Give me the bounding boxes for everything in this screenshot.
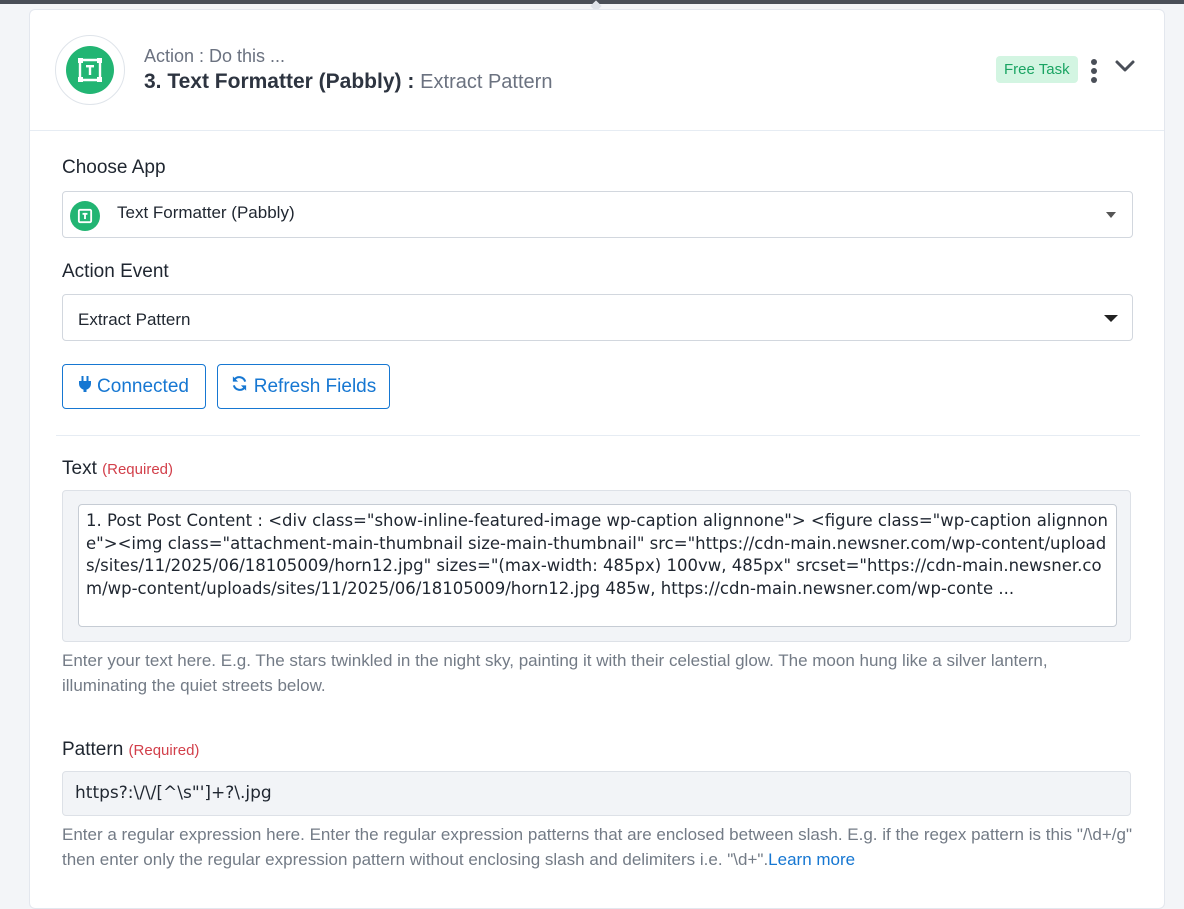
pattern-field-label: Pattern (Required): [62, 739, 199, 761]
refresh-fields-button[interactable]: Refresh Fields: [217, 364, 390, 409]
action-event-select[interactable]: Extract Pattern: [62, 294, 1133, 341]
pattern-help-text: Enter a regular expression here. Enter t…: [62, 825, 1132, 869]
choose-app-label: Choose App: [62, 157, 166, 178]
text-input[interactable]: 1. Post Post Content : <div class="show-…: [78, 504, 1117, 627]
plug-icon: [79, 375, 92, 398]
more-vertical-icon[interactable]: [1088, 59, 1100, 83]
text-field-label-text: Text: [62, 458, 97, 479]
pattern-field-help: Enter a regular expression here. Enter t…: [62, 822, 1137, 872]
connected-button[interactable]: Connected: [62, 364, 206, 409]
connected-label: Connected: [97, 375, 189, 397]
required-marker: (Required): [102, 461, 174, 478]
refresh-icon: [231, 375, 248, 398]
choose-app-value: Text Formatter (Pabbly): [117, 203, 295, 222]
required-marker: (Required): [128, 742, 200, 759]
caret-down-icon: [1104, 315, 1118, 322]
learn-more-link[interactable]: Learn more: [768, 850, 855, 869]
pattern-input[interactable]: https?:\/\/[^\s"']+?\.jpg: [62, 771, 1131, 816]
action-event-value: Extract Pattern: [78, 310, 191, 329]
chevron-down-icon[interactable]: [1114, 58, 1136, 79]
action-subtitle: Action : Do this ...: [144, 46, 286, 66]
text-field-help: Enter your text here. E.g. The stars twi…: [62, 651, 1048, 695]
text-formatter-icon: [70, 201, 100, 231]
action-event-label: Action Event: [62, 261, 169, 282]
app-badge: [55, 35, 125, 105]
action-title-app: 3. Text Formatter (Pabbly) :: [144, 70, 415, 93]
pattern-field-label-text: Pattern: [62, 739, 124, 760]
caret-down-icon: [1106, 212, 1116, 218]
text-field-label: Text (Required): [62, 458, 173, 480]
action-card: Action : Do this ... 3. Text Formatter (…: [29, 9, 1165, 909]
text-field-wrapper: 1. Post Post Content : <div class="show-…: [62, 490, 1131, 642]
action-title: 3. Text Formatter (Pabbly) : Extract Pat…: [144, 70, 552, 94]
action-header[interactable]: Action : Do this ... 3. Text Formatter (…: [30, 10, 1164, 131]
free-task-badge: Free Task: [996, 56, 1078, 83]
action-title-event: Extract Pattern: [420, 71, 553, 93]
section-divider: [56, 435, 1140, 436]
choose-app-select[interactable]: Text Formatter (Pabbly): [62, 191, 1133, 238]
text-formatter-icon: [66, 46, 114, 94]
refresh-fields-label: Refresh Fields: [253, 375, 377, 397]
